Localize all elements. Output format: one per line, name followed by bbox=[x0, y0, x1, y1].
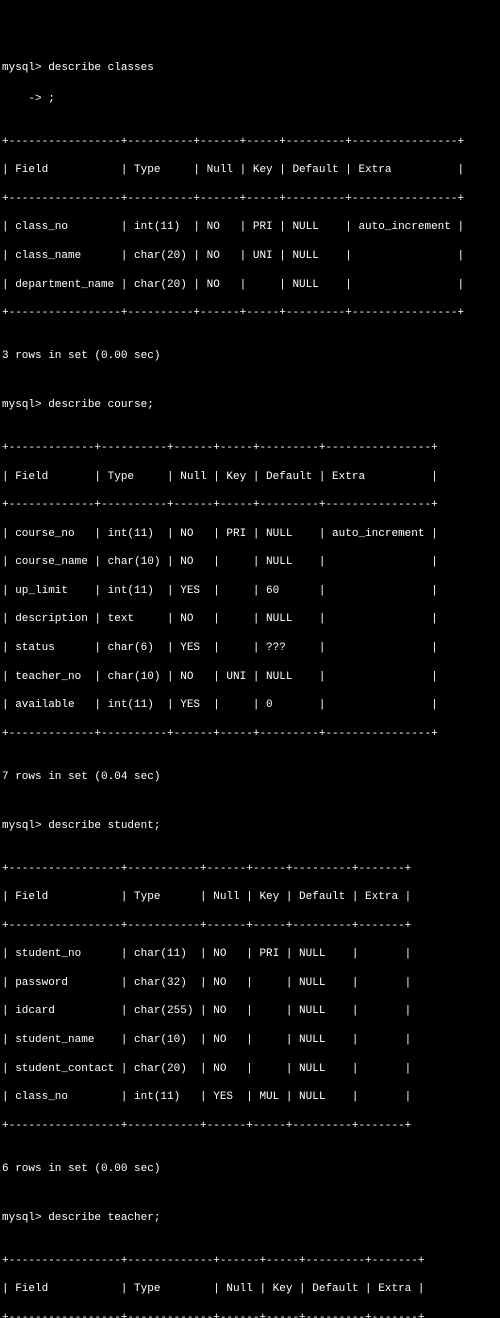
table-header-row: | Field | Type | Null | Key | Default | … bbox=[2, 470, 498, 484]
table-classes: +-----------------+----------+------+---… bbox=[2, 120, 498, 334]
table-row: | teacher_no | char(10) | NO | UNI | NUL… bbox=[2, 670, 498, 684]
table-border: +-----------------+----------+------+---… bbox=[2, 306, 498, 320]
table-border: +-----------------+----------+------+---… bbox=[2, 192, 498, 206]
table-border: +-------------+----------+------+-----+-… bbox=[2, 498, 498, 512]
table-row: | course_no | int(11) | NO | PRI | NULL … bbox=[2, 527, 498, 541]
table-border: +-----------------+-------------+------+… bbox=[2, 1254, 498, 1268]
table-border: +-----------------+-----------+------+--… bbox=[2, 1119, 498, 1133]
table-border: +-------------+----------+------+-----+-… bbox=[2, 727, 498, 741]
table-row: | class_no | int(11) | YES | MUL | NULL … bbox=[2, 1090, 498, 1104]
table-student: +-----------------+-----------+------+--… bbox=[2, 847, 498, 1147]
table-header-row: | Field | Type | Null | Key | Default | … bbox=[2, 163, 498, 177]
table-header-row: | Field | Type | Null | Key | Default | … bbox=[2, 890, 498, 904]
status-course: 7 rows in set (0.04 sec) bbox=[2, 770, 498, 784]
table-border: +-----------------+-------------+------+… bbox=[2, 1311, 498, 1318]
table-row: | status | char(6) | YES | | ??? | | bbox=[2, 641, 498, 655]
table-row: | student_no | char(11) | NO | PRI | NUL… bbox=[2, 947, 498, 961]
status-student: 6 rows in set (0.00 sec) bbox=[2, 1162, 498, 1176]
mysql-prompt-classes-1[interactable]: mysql> describe classes bbox=[2, 61, 498, 75]
table-border: +-----------------+-----------+------+--… bbox=[2, 862, 498, 876]
table-row: | password | char(32) | NO | | NULL | | bbox=[2, 976, 498, 990]
table-border: +-----------------+----------+------+---… bbox=[2, 135, 498, 149]
table-row: | available | int(11) | YES | | 0 | | bbox=[2, 698, 498, 712]
status-classes: 3 rows in set (0.00 sec) bbox=[2, 349, 498, 363]
table-row: | department_name | char(20) | NO | | NU… bbox=[2, 278, 498, 292]
table-row: | description | text | NO | | NULL | | bbox=[2, 612, 498, 626]
table-row: | student_name | char(10) | NO | | NULL … bbox=[2, 1033, 498, 1047]
table-teacher: +-----------------+-------------+------+… bbox=[2, 1239, 498, 1318]
table-row: | idcard | char(255) | NO | | NULL | | bbox=[2, 1004, 498, 1018]
table-row: | course_name | char(10) | NO | | NULL |… bbox=[2, 555, 498, 569]
mysql-prompt-classes-2[interactable]: -> ; bbox=[2, 92, 498, 106]
table-row: | student_contact | char(20) | NO | | NU… bbox=[2, 1062, 498, 1076]
mysql-prompt-student[interactable]: mysql> describe student; bbox=[2, 819, 498, 833]
table-course: +-------------+----------+------+-----+-… bbox=[2, 427, 498, 756]
table-header-row: | Field | Type | Null | Key | Default | … bbox=[2, 1282, 498, 1296]
mysql-prompt-teacher[interactable]: mysql> describe teacher; bbox=[2, 1211, 498, 1225]
mysql-prompt-course[interactable]: mysql> describe course; bbox=[2, 398, 498, 412]
table-border: +-------------+----------+------+-----+-… bbox=[2, 441, 498, 455]
table-row: | class_no | int(11) | NO | PRI | NULL |… bbox=[2, 220, 498, 234]
table-row: | up_limit | int(11) | YES | | 60 | | bbox=[2, 584, 498, 598]
table-border: +-----------------+-----------+------+--… bbox=[2, 919, 498, 933]
table-row: | class_name | char(20) | NO | UNI | NUL… bbox=[2, 249, 498, 263]
